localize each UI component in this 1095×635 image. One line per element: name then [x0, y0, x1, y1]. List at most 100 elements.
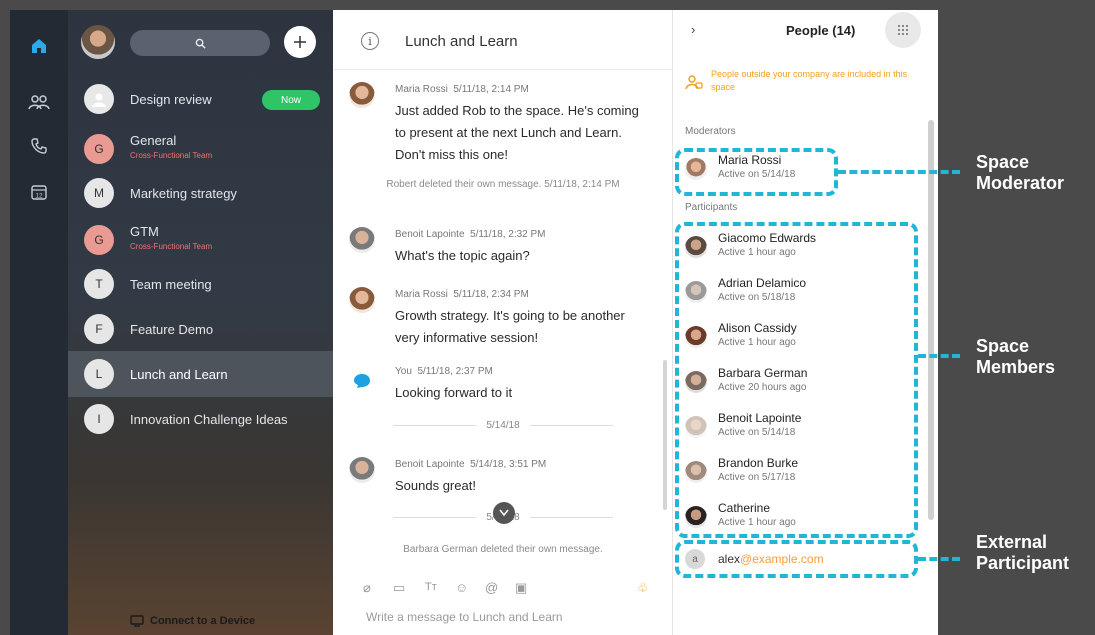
space-item-general[interactable]: G General Cross-Functional Team [68, 128, 333, 172]
space-item-feature-demo[interactable]: F Feature Demo [68, 308, 333, 352]
people-scrollbar[interactable] [928, 120, 934, 520]
date-divider-label: 5/14/18 [486, 419, 520, 431]
chat-bubble-icon [354, 374, 370, 388]
apps-grid-button[interactable] [885, 12, 921, 48]
message-input[interactable]: Write a message to Lunch and Learn [366, 610, 563, 624]
grid-icon [898, 25, 908, 35]
text-format-icon[interactable]: Tт [425, 581, 437, 593]
members-highlight-box [675, 222, 918, 538]
home-icon[interactable] [10, 34, 68, 58]
avatar[interactable] [349, 82, 375, 108]
moderator-highlight-box [675, 148, 838, 196]
avatar[interactable] [349, 287, 375, 313]
moderators-label: Moderators [685, 126, 736, 137]
avatar[interactable] [349, 457, 375, 483]
space-avatar: T [84, 269, 114, 299]
new-space-button[interactable] [284, 26, 316, 58]
message-text: What's the topic again? [395, 248, 530, 263]
message-sender: Benoit Lapointe [395, 459, 465, 470]
chat-header: i Lunch and Learn [333, 10, 673, 70]
space-avatar: F [84, 314, 114, 344]
info-icon[interactable]: i [361, 32, 379, 50]
space-moderator-label: Space Moderator [976, 152, 1064, 194]
attach-icon[interactable]: ⌀ [363, 580, 371, 596]
space-item-team-meeting[interactable]: T Team meeting [68, 263, 333, 307]
space-item-lunch-and-learn[interactable]: L Lunch and Learn [68, 351, 333, 397]
message-meta: You 5/11/18, 2:37 PM [395, 366, 493, 377]
annotation-line: External [976, 532, 1048, 552]
message-time: 5/14/18, 3:51 PM [470, 459, 547, 470]
people-title: People (14) [786, 23, 856, 38]
external-people-icon[interactable]: ♧ [637, 580, 649, 596]
space-name: Feature Demo [130, 322, 214, 337]
participants-label: Participants [685, 202, 738, 213]
navigation-rail: 12 [10, 10, 68, 635]
space-name: Team meeting [130, 277, 212, 292]
message-time: 5/11/18, 2:37 PM [417, 366, 493, 377]
chat-panel: i Lunch and Learn Maria Rossi 5/11/18, 2… [333, 10, 673, 635]
message-meta: Maria Rossi 5/11/18, 2:34 PM [395, 289, 529, 300]
space-name: Lunch and Learn [130, 367, 228, 382]
people-icon[interactable] [10, 90, 68, 114]
calendar-day: 12 [35, 193, 43, 200]
chevron-right-icon[interactable]: › [691, 22, 695, 37]
chat-title: Lunch and Learn [405, 33, 518, 50]
avatar[interactable] [349, 227, 375, 253]
space-name: General [130, 133, 177, 148]
message-time: 5/11/18, 2:34 PM [453, 289, 529, 300]
space-item-design-review[interactable]: Design review Now [68, 78, 333, 122]
now-badge[interactable]: Now [262, 90, 320, 110]
phone-icon[interactable] [10, 134, 68, 158]
mention-icon[interactable]: @ [485, 580, 498, 595]
moderator-connector-line [838, 170, 960, 174]
space-avatar: G [84, 134, 114, 164]
device-icon [130, 615, 144, 627]
chat-scrollbar[interactable] [663, 360, 667, 510]
avatar[interactable] [349, 368, 375, 394]
space-avatar: G [84, 225, 114, 255]
spaces-list: Design review Now G General Cross-Functi… [68, 10, 333, 635]
message-text: Looking forward to it [395, 385, 513, 400]
message-sender: Maria Rossi [395, 289, 448, 300]
whiteboard-icon[interactable]: ▭ [393, 580, 405, 596]
message-text: Sounds great! [395, 478, 476, 493]
message-sender: Maria Rossi [395, 84, 448, 95]
space-item-marketing-strategy[interactable]: M Marketing strategy [68, 172, 333, 216]
external-highlight-box [675, 540, 918, 578]
my-avatar[interactable] [81, 25, 115, 59]
space-name: Marketing strategy [130, 186, 237, 201]
message-sender: Benoit Lapointe [395, 229, 465, 240]
space-avatar: I [84, 404, 114, 434]
emoji-icon[interactable]: ☺ [455, 580, 468, 595]
external-participant-label: External Participant [976, 532, 1069, 574]
system-note: Barbara German deleted their own message… [403, 544, 603, 555]
annotation-line: Participant [976, 553, 1070, 573]
person-placeholder-icon [92, 93, 106, 107]
message-meta: Maria Rossi 5/11/18, 2:14 PM [395, 84, 529, 95]
external-connector-line [918, 557, 960, 561]
message-text: Growth strategy. It's going to be anothe… [395, 308, 625, 345]
composer-toolbar: ⌀ ▭ Tт ☺ @ ▣ ♧ [363, 580, 653, 600]
search-icon [195, 38, 206, 49]
date-divider: 5/14/18 [393, 418, 613, 432]
space-avatar: M [84, 178, 114, 208]
space-subtitle: Cross-Functional Team [130, 242, 213, 251]
gif-icon[interactable]: ▣ [515, 580, 527, 596]
external-people-icon [685, 75, 703, 90]
connect-device-button[interactable]: Connect to a Device [130, 615, 255, 627]
annotation-line: Space [976, 152, 1030, 172]
people-header: › People (14) [673, 10, 938, 50]
annotation-line: Members [976, 357, 1056, 377]
calendar-icon[interactable]: 12 [10, 180, 68, 204]
plus-icon [294, 36, 306, 48]
connect-device-label: Connect to a Device [150, 615, 256, 627]
space-subtitle: Cross-Functional Team [130, 151, 213, 160]
message-time: 5/11/18, 2:32 PM [470, 229, 546, 240]
system-note: Robert deleted their own message. 5/11/1… [386, 179, 620, 190]
space-item-innovation-challenge-ideas[interactable]: I Innovation Challenge Ideas [68, 398, 333, 442]
space-item-gtm[interactable]: G GTM Cross-Functional Team [68, 219, 333, 263]
space-members-label: Space Members [976, 336, 1055, 378]
space-avatar [84, 84, 114, 114]
scroll-down-icon[interactable] [493, 502, 515, 524]
search-input[interactable] [130, 30, 270, 56]
